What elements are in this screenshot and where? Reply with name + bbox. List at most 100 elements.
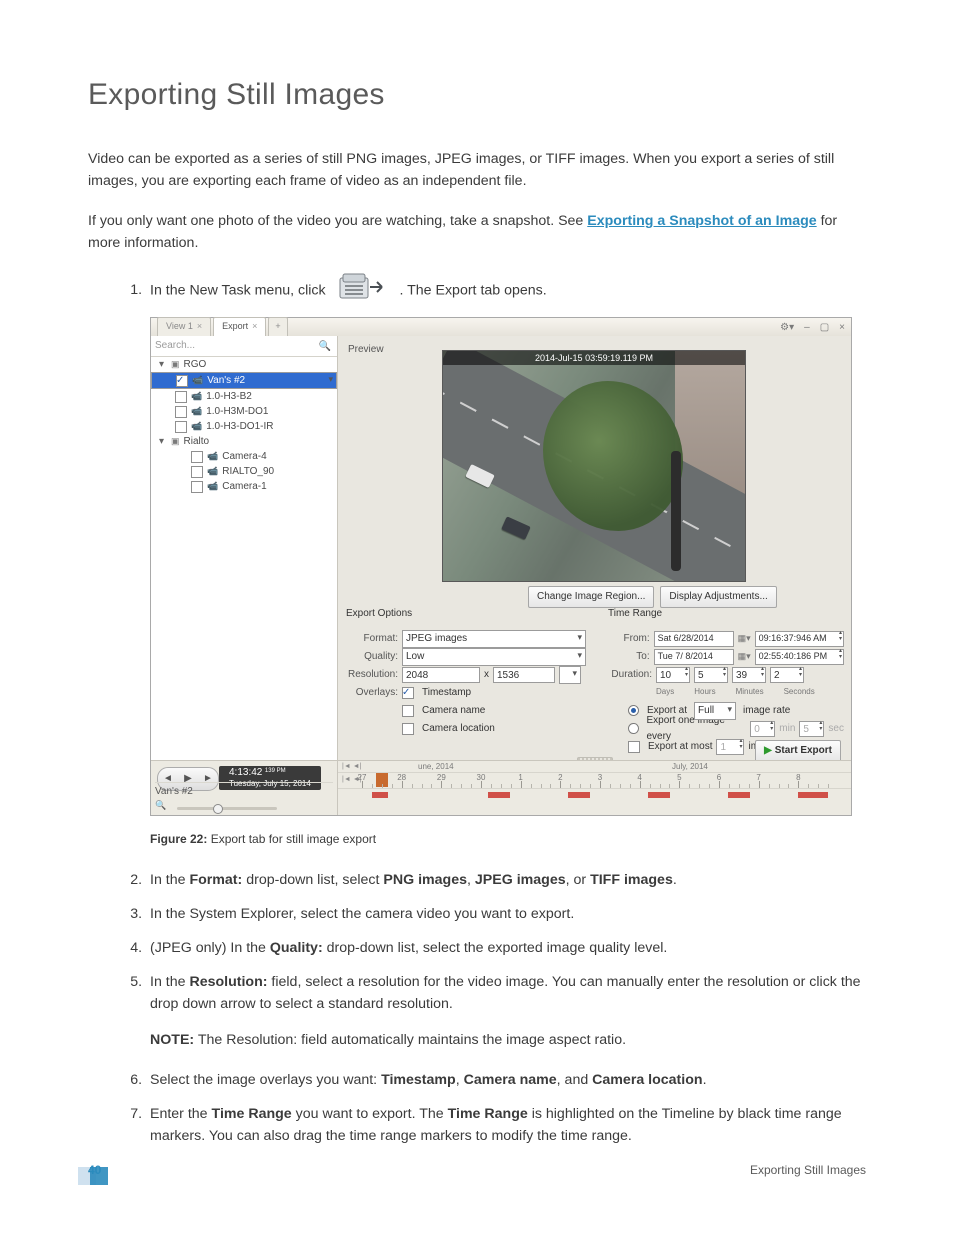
zoom-slider[interactable] <box>177 807 277 810</box>
timeline: ◄ ▶ ► 4:13:42 139 PM Tuesday, July 15, 2… <box>151 760 851 815</box>
checkbox-icon[interactable] <box>191 451 203 463</box>
system-explorer-sidebar: Search... 🔍 ▾▣RGO 📹Van's #2 📹1.0-H3-B2 📹… <box>151 336 338 761</box>
timeline-day-label: 27 <box>358 772 367 784</box>
timeline-day-label: 2 <box>558 772 562 784</box>
calendar-icon[interactable]: ▦▾ <box>738 650 751 664</box>
overlay-timestamp-checkbox[interactable] <box>402 687 414 699</box>
site-icon: ▣ <box>171 435 180 449</box>
tab-add[interactable]: + <box>268 317 287 336</box>
export-at-most-checkbox[interactable] <box>628 741 640 753</box>
timeline-day-label: 8 <box>796 772 800 784</box>
checkbox-icon[interactable] <box>175 406 187 418</box>
tree-camera[interactable]: 📹1.0-H3M-DO1 <box>151 404 337 419</box>
tree-camera-vans2[interactable]: 📹Van's #2 <box>151 372 337 389</box>
timeline-day-label: 30 <box>477 772 486 784</box>
display-adjustments-button[interactable]: Display Adjustments... <box>660 586 776 608</box>
timeline-day-label: 6 <box>717 772 721 784</box>
zoom-out-icon[interactable]: 🔍 <box>155 799 166 813</box>
overlays-label: Overlays: <box>346 685 398 701</box>
from-date-input[interactable]: Sat 6/28/2014 <box>654 631 734 647</box>
text: Days <box>656 686 674 698</box>
overlay-camera-name-checkbox[interactable] <box>402 705 414 717</box>
text: Timestamp <box>422 685 471 701</box>
duration-seconds-input[interactable]: 2 <box>770 667 804 683</box>
start-export-button[interactable]: ▶Start Export <box>755 740 841 762</box>
checkbox-icon[interactable] <box>191 466 203 478</box>
tree-site-rialto[interactable]: ▾▣Rialto <box>151 434 337 449</box>
text: In the New Task menu, click <box>150 282 330 298</box>
export-options-panel: Export Options Format:JPEG images Qualit… <box>346 606 596 738</box>
from-time-input[interactable]: 09:16:37:946 AM <box>755 631 844 647</box>
quality-select[interactable]: Low <box>402 648 586 666</box>
duration-days-input[interactable]: 10 <box>656 667 690 683</box>
close-icon[interactable]: × <box>197 320 202 334</box>
minimize-icon[interactable]: – <box>804 320 810 336</box>
resolution-width-input[interactable]: 2048 <box>402 667 480 683</box>
at-most-input[interactable]: 1 <box>716 739 744 755</box>
timeline-day-label: 1 <box>518 772 522 784</box>
camera-icon: 📹 <box>207 480 218 494</box>
maximize-icon[interactable]: ▢ <box>820 320 829 336</box>
text: x <box>484 667 489 683</box>
calendar-icon[interactable]: ▦▾ <box>738 632 751 646</box>
resolution-height-input[interactable]: 1536 <box>493 667 555 683</box>
text: Camera location <box>422 721 495 737</box>
tree-camera[interactable]: 📹Camera-4 <box>151 449 337 464</box>
text: Seconds <box>784 686 815 698</box>
tree-site-rgo[interactable]: ▾▣RGO <box>151 357 337 372</box>
camera-icon: 📹 <box>191 390 202 404</box>
preview-image: 2014-Jul-15 03:59:19.119 PM <box>442 350 746 582</box>
tab-export[interactable]: Export× <box>213 317 266 336</box>
new-task-export-icon <box>336 272 390 309</box>
close-icon[interactable]: × <box>839 320 845 336</box>
format-select[interactable]: JPEG images <box>402 630 586 648</box>
timeline-day-label: 5 <box>677 772 681 784</box>
checkbox-icon[interactable] <box>191 481 203 493</box>
from-label: From: <box>608 631 650 647</box>
overlay-camera-location-checkbox[interactable] <box>402 723 414 735</box>
camera-icon: 📹 <box>192 374 203 388</box>
checkbox-icon[interactable] <box>175 391 187 403</box>
to-time-input[interactable]: 02:55:40:186 PM <box>755 649 844 665</box>
text: sec <box>828 721 844 737</box>
timeline-scale[interactable]: 2728293012345678 <box>338 772 851 789</box>
text: If you only want one photo of the video … <box>88 213 587 229</box>
step-4: (JPEG only) In the Quality: drop-down li… <box>146 937 866 959</box>
page-footer: 40 Exporting Still Images <box>88 1163 866 1177</box>
tree-camera[interactable]: 📹RIALTO_90 <box>151 464 337 479</box>
text: Camera name <box>422 703 485 719</box>
search-input[interactable]: Search... 🔍 <box>151 336 337 357</box>
every-min-input[interactable]: 0 <box>750 721 775 737</box>
export-every-radio[interactable] <box>628 723 639 734</box>
export-main-panel: Preview 2014-Jul-15 03:59:19.119 PM Chan… <box>338 336 851 761</box>
figure-caption: Figure 22: Export tab for still image ex… <box>150 830 866 849</box>
timeline-day-label: 7 <box>756 772 760 784</box>
tree-camera[interactable]: 📹1.0-H3-B2 <box>151 389 337 404</box>
change-image-region-button[interactable]: Change Image Region... <box>528 586 654 608</box>
text: min <box>779 721 795 737</box>
image-rate-select[interactable]: Full <box>694 702 736 720</box>
page-title: Exporting Still Images <box>88 78 866 112</box>
tab-view-1[interactable]: View 1× <box>157 317 211 336</box>
gear-icon[interactable]: ⚙▾ <box>780 320 794 336</box>
tree-camera[interactable]: 📹1.0-H3-DO1-IR <box>151 419 337 434</box>
close-icon[interactable]: × <box>252 320 257 334</box>
duration-hours-input[interactable]: 5 <box>694 667 728 683</box>
duration-minutes-input[interactable]: 39 <box>732 667 766 683</box>
export-rate-full-radio[interactable] <box>628 705 639 716</box>
every-sec-input[interactable]: 5 <box>799 721 824 737</box>
timeline-track[interactable]: |◄ ◄| |◄ ◄| une, 2014 July, 2014 2728293… <box>338 761 851 815</box>
step-5: In the Resolution: field, select a resol… <box>146 971 866 1051</box>
window-titlebar: View 1× Export× + ⚙▾ – ▢ × <box>151 318 851 337</box>
intro-paragraph-2: If you only want one photo of the video … <box>88 210 866 254</box>
timestamp-overlay: 2014-Jul-15 03:59:19.119 PM <box>443 351 745 365</box>
checkbox-icon[interactable] <box>175 421 187 433</box>
checkbox-icon[interactable] <box>176 375 188 387</box>
tree-camera[interactable]: 📹Camera-1 <box>151 479 337 494</box>
to-date-input[interactable]: Tue 7/ 8/2014 <box>654 649 734 665</box>
snapshot-link[interactable]: Exporting a Snapshot of an Image <box>587 213 816 229</box>
step-2: In the Format: drop-down list, select PN… <box>146 869 866 891</box>
camera-icon: 📹 <box>207 465 218 479</box>
step-7: Enter the Time Range you want to export.… <box>146 1103 866 1147</box>
resolution-preset-select[interactable] <box>559 666 581 684</box>
